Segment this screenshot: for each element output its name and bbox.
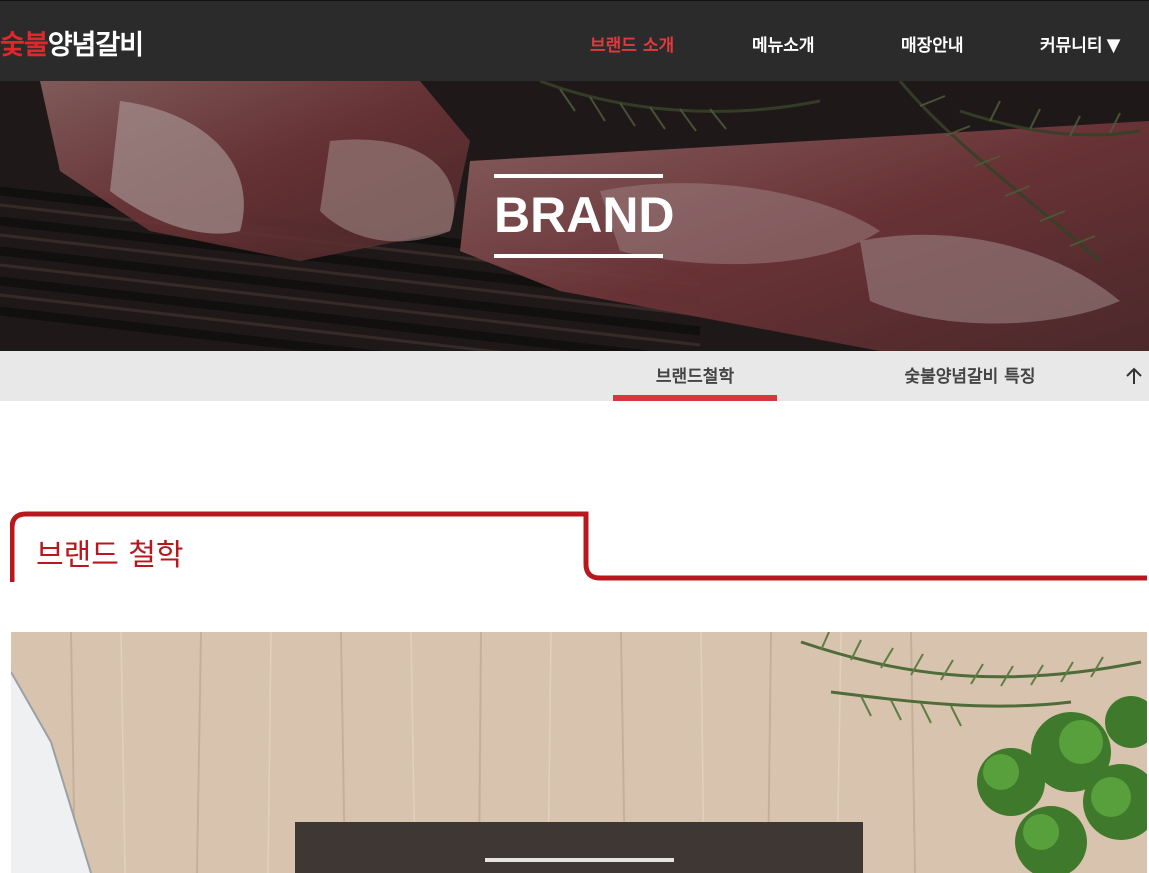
arrow-up-icon[interactable] [1124, 366, 1144, 386]
active-tab-indicator [613, 395, 777, 401]
dark-text-board [295, 822, 863, 873]
subtab-galbi-features-label: 숯불양념갈비 특징 [904, 367, 1036, 387]
nav-item-menu[interactable]: 메뉴소개 [752, 31, 815, 56]
hero-title-block: BRAND [494, 174, 675, 258]
logo-text-white: 양념갈비 [47, 30, 144, 61]
sub-nav: 브랜드철학 숯불양념갈비 특징 [0, 351, 1149, 401]
nav-item-brand[interactable]: 브랜드 소개 [590, 31, 674, 56]
section-title: 브랜드 철학 [36, 538, 184, 573]
hero-title: BRAND [494, 187, 675, 243]
hero-title-bottom-rule [494, 254, 663, 258]
board-rule [485, 858, 674, 862]
dropdown-triangle-icon: ▼ [1106, 35, 1121, 56]
brand-logo[interactable]: 숯불양념갈비 [0, 23, 144, 63]
subtab-galbi-features[interactable]: 숯불양념갈비 특징 [870, 351, 1070, 401]
subtab-brand-philosophy-label: 브랜드철학 [655, 367, 735, 387]
subtab-brand-philosophy[interactable]: 브랜드철학 [613, 351, 777, 401]
nav-item-community[interactable]: 커뮤니티 ▼ [1040, 31, 1120, 56]
hero-title-top-rule [494, 174, 663, 178]
wood-board-image [11, 632, 1147, 873]
logo-text-red: 숯불 [0, 30, 49, 61]
nav-item-stores[interactable]: 매장안내 [901, 31, 964, 56]
hero-banner: BRAND [0, 81, 1149, 351]
site-header: 숯불양념갈비 브랜드 소개 메뉴소개 매장안내 커뮤니티 ▼ [0, 0, 1149, 81]
nav-item-community-label: 커뮤니티 [1040, 36, 1103, 56]
